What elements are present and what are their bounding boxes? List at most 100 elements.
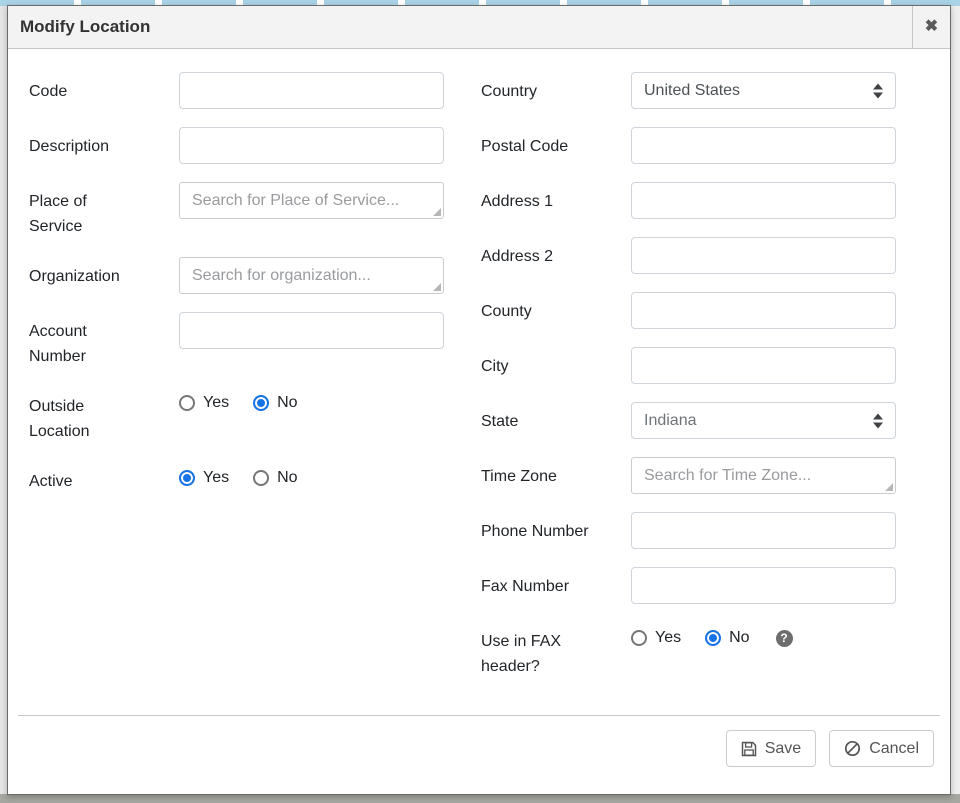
field-description: Description — [29, 127, 481, 164]
description-input[interactable] — [179, 127, 444, 164]
place-of-service-label: Place of Service — [29, 182, 179, 239]
active-no-radio[interactable]: No — [253, 469, 297, 487]
address-2-label: Address 2 — [481, 237, 631, 269]
organization-search[interactable]: Search for organization... — [179, 257, 444, 294]
code-input[interactable] — [179, 72, 444, 109]
field-use-in-fax-header: Use in FAX header? Yes No ? — [481, 622, 897, 679]
postal-code-input[interactable] — [631, 127, 896, 164]
county-input[interactable] — [631, 292, 896, 329]
cancel-icon — [844, 740, 861, 757]
use-in-fax-header-label: Use in FAX header? — [481, 622, 631, 679]
modal-title: Modify Location — [8, 17, 912, 37]
radio-checked-icon — [253, 395, 269, 411]
form-right-column: Country United States Postal Code Addres… — [481, 72, 950, 715]
save-icon — [741, 741, 757, 757]
outside-location-no-radio[interactable]: No — [253, 394, 297, 412]
account-number-label: Account Number — [29, 312, 179, 369]
radio-unchecked-icon — [179, 395, 195, 411]
resize-grip-icon — [433, 283, 441, 291]
save-button-label: Save — [765, 740, 801, 758]
place-of-service-search[interactable]: Search for Place of Service... — [179, 182, 444, 219]
close-icon: ✖ — [925, 19, 938, 35]
account-number-input[interactable] — [179, 312, 444, 349]
country-value: United States — [644, 82, 740, 100]
use-in-fax-header-yes-radio[interactable]: Yes — [631, 629, 681, 647]
organization-placeholder: Search for organization... — [192, 267, 371, 285]
state-label: State — [481, 402, 631, 434]
field-phone-number: Phone Number — [481, 512, 897, 549]
modal-body: Code Description Place of Service Search… — [8, 49, 950, 715]
city-input[interactable] — [631, 347, 896, 384]
radio-checked-icon — [705, 630, 721, 646]
radio-yes-label: Yes — [655, 629, 681, 647]
address-1-label: Address 1 — [481, 182, 631, 214]
time-zone-search[interactable]: Search for Time Zone... — [631, 457, 896, 494]
field-postal-code: Postal Code — [481, 127, 897, 164]
save-button[interactable]: Save — [726, 730, 816, 767]
radio-no-label: No — [277, 469, 297, 487]
country-label: Country — [481, 72, 631, 104]
radio-checked-icon — [179, 470, 195, 486]
outside-location-yes-radio[interactable]: Yes — [179, 394, 229, 412]
field-place-of-service: Place of Service Search for Place of Ser… — [29, 182, 481, 239]
phone-number-label: Phone Number — [481, 512, 631, 544]
background-right-strip — [950, 6, 960, 795]
code-label: Code — [29, 72, 179, 104]
description-label: Description — [29, 127, 179, 159]
organization-label: Organization — [29, 257, 179, 289]
field-outside-location: Outside Location Yes No — [29, 387, 481, 444]
phone-number-input[interactable] — [631, 512, 896, 549]
modal-header: Modify Location ✖ — [8, 6, 950, 49]
background-bottom-strip — [0, 794, 960, 803]
field-time-zone: Time Zone Search for Time Zone... — [481, 457, 897, 494]
radio-unchecked-icon — [253, 470, 269, 486]
active-yes-radio[interactable]: Yes — [179, 469, 229, 487]
select-arrows-icon — [873, 413, 883, 428]
field-code: Code — [29, 72, 481, 109]
field-organization: Organization Search for organization... — [29, 257, 481, 294]
county-label: County — [481, 292, 631, 324]
state-select[interactable]: Indiana — [631, 402, 896, 439]
active-label: Active — [29, 462, 179, 494]
place-of-service-placeholder: Search for Place of Service... — [192, 192, 399, 210]
field-county: County — [481, 292, 897, 329]
field-country: Country United States — [481, 72, 897, 109]
radio-yes-label: Yes — [203, 469, 229, 487]
fax-number-input[interactable] — [631, 567, 896, 604]
radio-no-label: No — [729, 629, 749, 647]
radio-no-label: No — [277, 394, 297, 412]
form-left-column: Code Description Place of Service Search… — [29, 72, 481, 715]
field-address-2: Address 2 — [481, 237, 897, 274]
country-select[interactable]: United States — [631, 72, 896, 109]
postal-code-label: Postal Code — [481, 127, 631, 159]
field-city: City — [481, 347, 897, 384]
resize-grip-icon — [885, 483, 893, 491]
field-account-number: Account Number — [29, 312, 481, 369]
help-icon[interactable]: ? — [776, 630, 793, 647]
active-radio-group: Yes No — [179, 462, 298, 487]
radio-unchecked-icon — [631, 630, 647, 646]
fax-number-label: Fax Number — [481, 567, 631, 599]
field-active: Active Yes No — [29, 462, 481, 494]
modal-footer: Save Cancel — [18, 715, 940, 794]
select-arrows-icon — [873, 83, 883, 98]
outside-location-label: Outside Location — [29, 387, 179, 444]
cancel-button-label: Cancel — [869, 740, 919, 758]
use-in-fax-header-radio-group: Yes No ? — [631, 622, 793, 647]
radio-yes-label: Yes — [203, 394, 229, 412]
use-in-fax-header-no-radio[interactable]: No — [705, 629, 749, 647]
cancel-button[interactable]: Cancel — [829, 730, 934, 767]
time-zone-label: Time Zone — [481, 457, 631, 489]
city-label: City — [481, 347, 631, 379]
field-address-1: Address 1 — [481, 182, 897, 219]
outside-location-radio-group: Yes No — [179, 387, 298, 412]
time-zone-placeholder: Search for Time Zone... — [644, 467, 811, 485]
state-value: Indiana — [644, 412, 697, 430]
modify-location-modal: Modify Location ✖ Code Description Place… — [7, 5, 951, 795]
resize-grip-icon — [433, 208, 441, 216]
address-2-input[interactable] — [631, 237, 896, 274]
field-state: State Indiana — [481, 402, 897, 439]
close-button[interactable]: ✖ — [912, 6, 950, 48]
field-fax-number: Fax Number — [481, 567, 897, 604]
address-1-input[interactable] — [631, 182, 896, 219]
